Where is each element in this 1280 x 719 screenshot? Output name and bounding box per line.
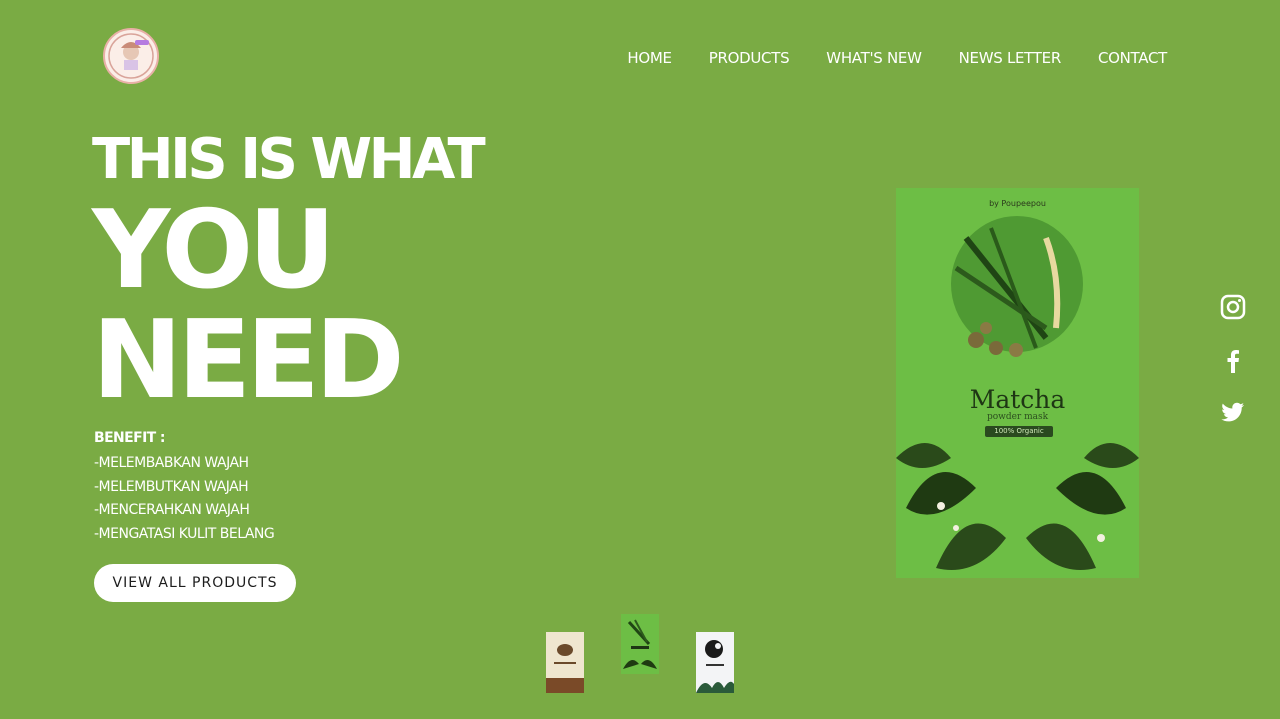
nav-home[interactable]: HOME (627, 49, 672, 67)
benefit-item: -MENGATASI KULIT BELANG (94, 525, 275, 542)
nav-news-letter[interactable]: NEWS LETTER (959, 49, 1062, 67)
product-name: Matcha (969, 385, 1066, 414)
benefit-item: -MENCERAHKAN WAJAH (94, 502, 250, 518)
brand-logo-icon (108, 33, 154, 79)
instagram-icon[interactable] (1220, 294, 1246, 320)
view-all-products-button[interactable]: VIEW ALL PRODUCTS (94, 564, 296, 602)
matcha-mask-thumb[interactable] (621, 614, 659, 674)
chocolate-mask-thumb[interactable] (546, 632, 584, 693)
nav-contact[interactable]: CONTACT (1098, 49, 1167, 67)
facebook-icon[interactable] (1220, 348, 1246, 374)
brand-logo[interactable] (103, 28, 159, 84)
hero-heading-line3: NEED (92, 298, 405, 423)
benefit-list: -MELEMBABKAN WAJAH -MELEMBUTKAN WAJAH -M… (94, 452, 275, 546)
nav-whats-new[interactable]: WHAT'S NEW (826, 49, 922, 67)
benefit-title: BENEFIT : (94, 430, 166, 446)
charcoal-mask-thumb[interactable] (696, 632, 734, 693)
product-image: by Poupeepou Matcha powder mask 100% Org… (896, 188, 1139, 578)
nav-products[interactable]: PRODUCTS (709, 49, 790, 67)
hero-heading-line2: YOU (92, 188, 336, 313)
twitter-icon[interactable] (1220, 399, 1246, 425)
hero-heading-line1: THIS IS WHAT (92, 127, 486, 192)
benefit-item: -MELEMBUTKAN WAJAH (94, 478, 249, 495)
matcha-leaf-illustration (896, 216, 1139, 570)
product-tag: 100% Organic (985, 426, 1053, 437)
product-subtitle: powder mask (986, 412, 1049, 422)
main-nav: HOME PRODUCTS WHAT'S NEW NEWS LETTER CON… (627, 49, 1167, 67)
benefit-item: -MELEMBABKAN WAJAH (94, 455, 249, 471)
